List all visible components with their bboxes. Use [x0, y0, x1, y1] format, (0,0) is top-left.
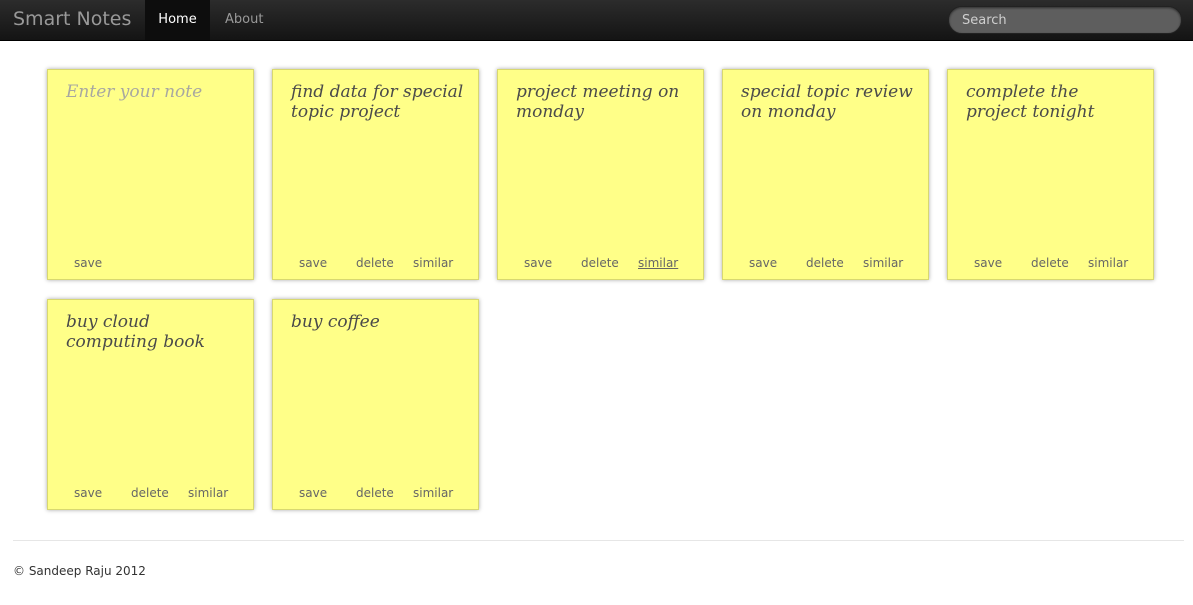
note-actions: save delete similar: [273, 486, 480, 502]
similar-button[interactable]: similar: [413, 256, 453, 270]
note-actions: save delete similar: [498, 256, 705, 272]
new-note-card: save: [47, 69, 254, 280]
save-button[interactable]: save: [74, 256, 102, 270]
note-text[interactable]: complete the project tonight: [966, 82, 1141, 122]
nav-home[interactable]: Home: [145, 0, 210, 40]
footer-copyright: © Sandeep Raju 2012: [13, 564, 146, 578]
delete-button[interactable]: delete: [806, 256, 844, 270]
similar-button[interactable]: similar: [863, 256, 903, 270]
save-button[interactable]: save: [974, 256, 1002, 270]
save-button[interactable]: save: [524, 256, 552, 270]
note-card: project meeting on monday save delete si…: [497, 69, 704, 280]
note-card: buy coffee save delete similar: [272, 299, 479, 510]
nav-about[interactable]: About: [210, 0, 278, 40]
note-card: complete the project tonight save delete…: [947, 69, 1154, 280]
brand-logo[interactable]: Smart Notes: [13, 8, 131, 30]
save-button[interactable]: save: [74, 486, 102, 500]
similar-button[interactable]: similar: [188, 486, 228, 500]
delete-button[interactable]: delete: [356, 486, 394, 500]
note-actions: save delete similar: [48, 486, 255, 502]
note-card: find data for special topic project save…: [272, 69, 479, 280]
note-text[interactable]: special topic review on monday: [741, 82, 916, 122]
note-card: special topic review on monday save dele…: [722, 69, 929, 280]
note-actions: save delete similar: [723, 256, 930, 272]
save-button[interactable]: save: [299, 486, 327, 500]
save-button[interactable]: save: [299, 256, 327, 270]
note-actions: save: [48, 256, 255, 272]
similar-button[interactable]: similar: [1088, 256, 1128, 270]
delete-button[interactable]: delete: [1031, 256, 1069, 270]
top-navbar: Smart Notes Home About: [0, 0, 1193, 41]
note-actions: save delete similar: [948, 256, 1155, 272]
note-actions: save delete similar: [273, 256, 480, 272]
search-input[interactable]: [948, 6, 1182, 34]
save-button[interactable]: save: [749, 256, 777, 270]
note-text[interactable]: buy coffee: [291, 312, 466, 332]
delete-button[interactable]: delete: [131, 486, 169, 500]
delete-button[interactable]: delete: [356, 256, 394, 270]
note-card: buy cloud computing book save delete sim…: [47, 299, 254, 510]
note-text[interactable]: project meeting on monday: [516, 82, 691, 122]
similar-button[interactable]: similar: [638, 256, 678, 270]
footer-divider: [13, 540, 1184, 541]
delete-button[interactable]: delete: [581, 256, 619, 270]
note-text[interactable]: buy cloud computing book: [66, 312, 241, 352]
similar-button[interactable]: similar: [413, 486, 453, 500]
new-note-input[interactable]: [66, 82, 241, 232]
note-text[interactable]: find data for special topic project: [291, 82, 466, 122]
